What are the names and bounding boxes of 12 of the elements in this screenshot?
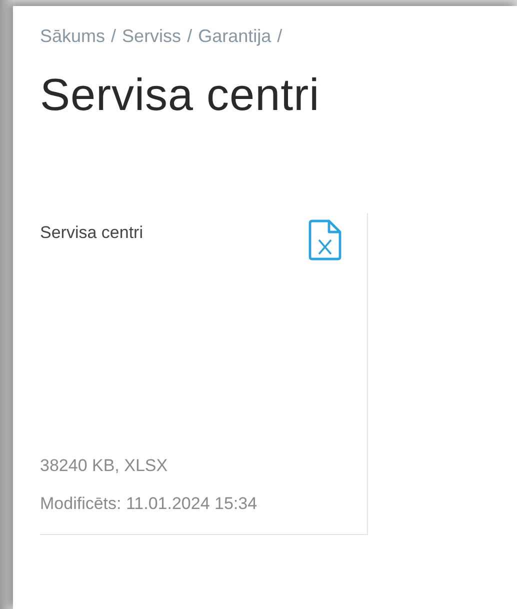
page-title: Servisa centri [40,69,321,121]
breadcrumb-link[interactable]: Garantija [198,26,272,47]
breadcrumb-separator: / [111,26,116,47]
breadcrumb-link[interactable]: Sākums [40,26,106,47]
file-modified-date: Modificēts: 11.01.2024 15:34 [40,494,258,514]
file-name: Servisa centri [40,223,143,243]
breadcrumb-separator: / [277,26,282,47]
spreadsheet-file-icon [307,219,343,261]
breadcrumb-link[interactable]: Serviss [122,26,182,47]
breadcrumb-separator: / [187,26,192,47]
file-size: 38240 KB, XLSX [40,456,169,476]
file-card[interactable]: Servisa centri 38240 KB, XLSX Modificēts: 11.01.2024 15:34 [40,213,368,535]
